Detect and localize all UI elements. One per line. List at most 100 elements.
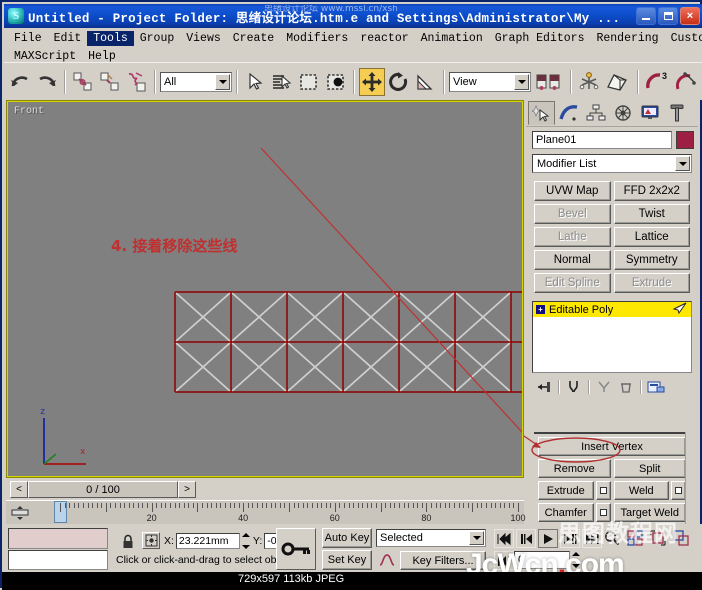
rectangular-selection-region-icon[interactable]	[296, 68, 322, 96]
extrude-button[interactable]: Extrude	[538, 481, 594, 500]
object-color-swatch[interactable]	[676, 131, 694, 149]
set-key-filters-icon[interactable]	[378, 551, 396, 569]
bind-to-space-warp-icon[interactable]	[124, 68, 150, 96]
select-by-name-icon[interactable]	[269, 68, 295, 96]
rollout-scrollbar[interactable]	[685, 432, 694, 524]
zoom-all-icon[interactable]	[625, 528, 645, 547]
key-filters-button[interactable]: Key Filters...	[400, 551, 486, 570]
unlink-selection-icon[interactable]	[97, 68, 123, 96]
create-tab[interactable]	[528, 101, 555, 125]
modifier-button-symmetry[interactable]: Symmetry	[613, 250, 690, 270]
menu-edit[interactable]: Edit	[48, 31, 88, 46]
maximize-button[interactable]	[658, 7, 678, 25]
select-and-scale-icon[interactable]	[413, 68, 439, 96]
minimize-button[interactable]	[636, 7, 656, 25]
insert-vertex-button[interactable]: Insert Vertex	[538, 437, 686, 456]
goto-start-button[interactable]	[494, 529, 514, 548]
selection-filter-combo[interactable]: All	[160, 71, 232, 92]
current-frame-spinner[interactable]	[572, 552, 581, 568]
set-key-button[interactable]: Set Key	[322, 550, 372, 570]
zoom-icon[interactable]	[602, 528, 622, 547]
weld-button[interactable]: Weld	[613, 481, 669, 500]
utilities-tab[interactable]	[663, 101, 690, 125]
configure-modifier-sets-icon[interactable]	[646, 378, 666, 396]
menu-group[interactable]: Group	[134, 31, 181, 46]
modifier-button-normal[interactable]: Normal	[534, 250, 611, 270]
extrude-settings-icon[interactable]	[595, 481, 611, 500]
chevron-down-icon[interactable]	[514, 73, 529, 90]
menu-customize[interactable]: Customize	[665, 31, 702, 46]
pin-stack-icon[interactable]	[534, 378, 554, 396]
remove-modifier-icon[interactable]	[616, 378, 636, 396]
menu-create[interactable]: Create	[227, 31, 280, 46]
previous-frame-button[interactable]	[516, 529, 536, 548]
reference-coordinate-system-combo[interactable]: View	[449, 71, 531, 92]
goto-end-button[interactable]	[582, 529, 602, 548]
next-frame-arrow[interactable]: >	[178, 481, 196, 498]
angle-snap-toggle-icon[interactable]: 3	[643, 68, 671, 96]
chevron-down-icon[interactable]	[469, 531, 484, 545]
chevron-down-icon[interactable]	[675, 156, 690, 171]
select-and-manipulate-icon[interactable]	[576, 68, 602, 96]
redo-icon[interactable]	[34, 68, 60, 96]
chamfer-settings-icon[interactable]	[595, 503, 611, 522]
modifier-stack[interactable]: + Editable Poly	[532, 301, 692, 373]
modifier-button-edit-spline[interactable]: Edit Spline	[534, 273, 611, 293]
modifier-button-ffd-2x2x2[interactable]: FFD 2x2x2	[613, 181, 690, 201]
undo-icon[interactable]	[7, 68, 33, 96]
menu-animation[interactable]: Animation	[415, 31, 489, 46]
menu-rendering[interactable]: Rendering	[590, 31, 664, 46]
play-animation-button[interactable]	[538, 529, 558, 548]
modifier-button-lathe[interactable]: Lathe	[534, 227, 611, 247]
modifier-button-extrude[interactable]: Extrude	[613, 273, 690, 293]
auto-key-button[interactable]: Auto Key	[322, 528, 372, 548]
menu-views[interactable]: Views	[180, 31, 227, 46]
window-crossing-icon[interactable]	[323, 68, 349, 96]
zoom-extents-icon[interactable]	[648, 528, 668, 547]
x-field[interactable]: 23.221mm	[175, 533, 240, 549]
modify-tab[interactable]	[555, 101, 582, 125]
key-mode-toggle-icon[interactable]	[276, 528, 316, 570]
open-mini-curve-editor-icon[interactable]	[10, 504, 30, 522]
selection-set-combo[interactable]: Selected	[376, 529, 486, 547]
show-end-result-icon[interactable]	[564, 378, 584, 396]
object-name-field[interactable]: Plane01	[532, 131, 672, 149]
modifier-button-uvw-map[interactable]: UVW Map	[534, 181, 611, 201]
menu-reactor[interactable]: reactor	[354, 31, 414, 46]
modifier-button-twist[interactable]: Twist	[613, 204, 690, 224]
weld-settings-icon[interactable]	[671, 481, 686, 500]
zoom-region-icon[interactable]	[671, 528, 691, 547]
close-button[interactable]: ×	[680, 7, 700, 25]
front-viewport[interactable]: Front 4. 接着移除这些线 z x	[8, 102, 522, 476]
remove-button[interactable]: Remove	[538, 459, 611, 478]
track-bar[interactable]: 20 40 60 80 100	[6, 500, 526, 525]
absolute-relative-transform-icon[interactable]	[142, 532, 160, 549]
modifier-button-lattice[interactable]: Lattice	[613, 227, 690, 247]
hierarchy-tab[interactable]	[582, 101, 609, 125]
motion-tab[interactable]	[609, 101, 636, 125]
menu-file[interactable]: File	[8, 31, 48, 46]
modifier-stack-entry[interactable]: + Editable Poly	[533, 302, 691, 317]
use-pivot-point-center-icon[interactable]	[532, 68, 566, 96]
key-mode-button[interactable]	[494, 551, 514, 570]
split-button[interactable]: Split	[613, 459, 686, 478]
modifier-button-bevel[interactable]: Bevel	[534, 204, 611, 224]
chevron-down-icon[interactable]	[215, 73, 230, 90]
expand-plus-icon[interactable]: +	[536, 305, 545, 314]
target-weld-button[interactable]: Target Weld	[613, 503, 686, 522]
menu-modifiers[interactable]: Modifiers	[280, 31, 354, 46]
viewport-label[interactable]: Front	[14, 106, 44, 117]
menu-tools[interactable]: Tools	[87, 30, 134, 46]
select-and-link-icon[interactable]	[70, 68, 96, 96]
lock-icon[interactable]	[122, 534, 134, 552]
modifier-list-dropdown[interactable]: Modifier List	[532, 154, 692, 173]
frame-counter[interactable]: 0 / 100	[28, 481, 178, 498]
x-spinner[interactable]	[241, 533, 251, 549]
make-unique-icon[interactable]	[594, 378, 614, 396]
select-and-rotate-icon[interactable]	[386, 68, 412, 96]
snaps-toggle-icon[interactable]	[603, 68, 633, 96]
next-frame-button[interactable]	[560, 529, 580, 548]
menu-graph-editors[interactable]: Graph Editors	[489, 31, 591, 46]
select-and-move-icon[interactable]	[359, 67, 385, 96]
chamfer-button[interactable]: Chamfer	[538, 503, 594, 522]
